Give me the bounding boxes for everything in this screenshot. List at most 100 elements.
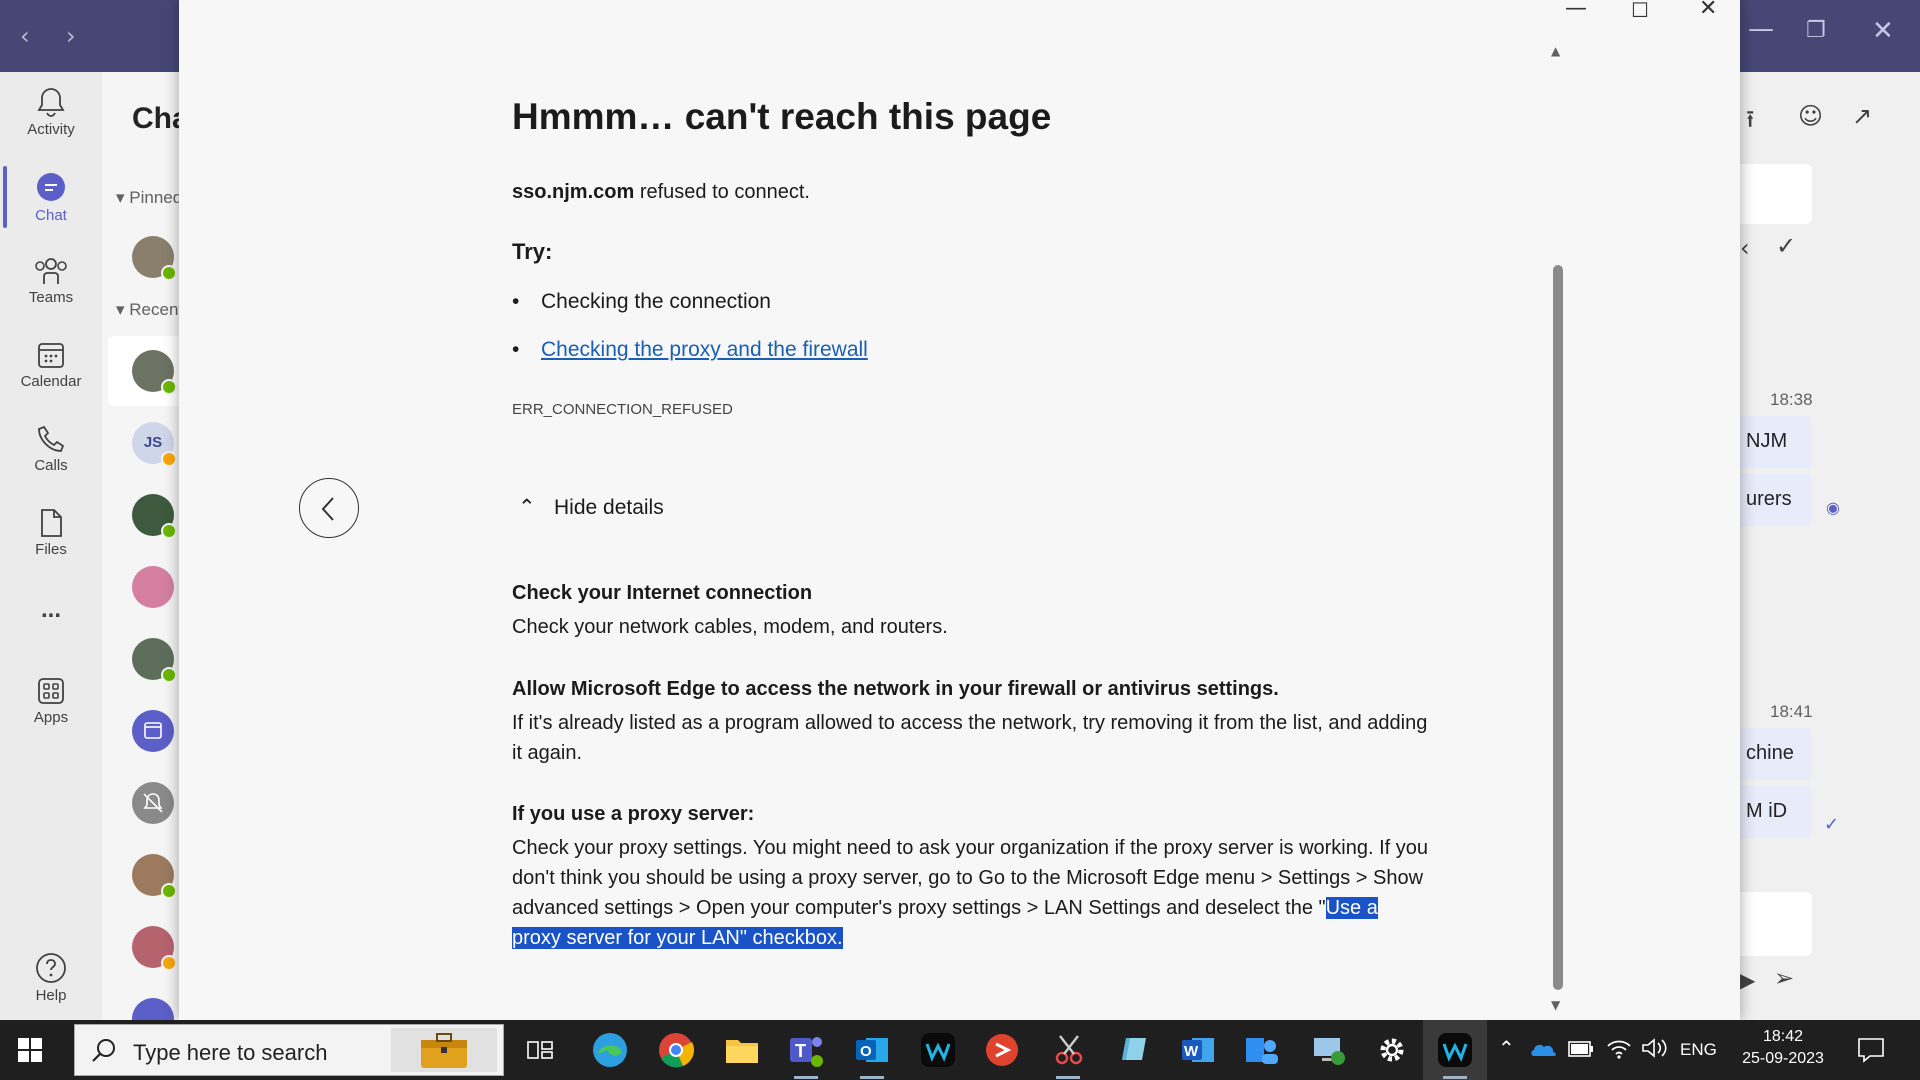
- rail-chat[interactable]: Chat: [0, 172, 102, 224]
- error-code: ERR_CONNECTION_REFUSED: [512, 401, 733, 418]
- rail-calls[interactable]: Calls: [0, 424, 102, 474]
- send-icon[interactable]: ➢: [1774, 964, 1794, 992]
- avatar[interactable]: [132, 494, 177, 539]
- more-apps-icon[interactable]: ...: [0, 596, 102, 624]
- chevron-left-icon: [321, 497, 334, 521]
- taskbar-search-box[interactable]: Type here to search: [74, 1024, 504, 1076]
- scroll-down-icon[interactable]: ▼: [1551, 998, 1560, 1012]
- compose-box[interactable]: [1740, 892, 1812, 956]
- message-bubble[interactable]: NJM: [1740, 416, 1812, 468]
- taskbar-edge[interactable]: [590, 1030, 630, 1070]
- svg-text:T: T: [795, 1041, 806, 1061]
- message-bubble[interactable]: urers: [1740, 474, 1812, 526]
- rail-calendar[interactable]: Calendar: [0, 340, 102, 390]
- taskbar-outlook[interactable]: O: [852, 1030, 892, 1079]
- taskbar-webex[interactable]: [918, 1030, 958, 1070]
- suggestion-text: Checking the connection: [541, 290, 771, 313]
- share-screen-icon[interactable]: ⭱: [1746, 102, 1754, 143]
- taskbar-remote-app[interactable]: [982, 1030, 1022, 1070]
- chevron-up-icon: ⌃: [518, 496, 536, 519]
- pop-out-icon[interactable]: ↗: [1852, 102, 1872, 130]
- recent-section-label[interactable]: ▾ Recent: [116, 300, 183, 320]
- taskbar-file-explorer[interactable]: [722, 1030, 762, 1070]
- chevron-up-icon[interactable]: ⌃: [1498, 1036, 1515, 1060]
- avatar-meeting[interactable]: [132, 710, 174, 752]
- webex-icon: [1438, 1033, 1472, 1067]
- taskbar-notepad[interactable]: [1114, 1030, 1154, 1070]
- taskbar-settings[interactable]: [1372, 1030, 1412, 1070]
- rail-files[interactable]: Files: [0, 508, 102, 558]
- bullet-icon: •: [512, 290, 520, 313]
- checkmark-icon[interactable]: ✓: [1776, 232, 1796, 260]
- task-view-icon: [527, 1041, 553, 1059]
- rail-files-label: Files: [35, 541, 67, 558]
- avatar[interactable]: [132, 638, 177, 683]
- search-highlight-tile[interactable]: [391, 1028, 497, 1072]
- message-bubble[interactable]: chine: [1740, 728, 1812, 780]
- minimize-icon[interactable]: —: [1565, 0, 1587, 21]
- suggestion-item: • Checking the proxy and the firewall: [512, 338, 868, 362]
- restore-icon[interactable]: ❐: [1806, 18, 1826, 43]
- battery-icon[interactable]: [1568, 1040, 1594, 1058]
- avatar-meeting[interactable]: [132, 998, 174, 1020]
- taskbar-teams[interactable]: T: [786, 1030, 826, 1079]
- start-button[interactable]: [18, 1038, 42, 1067]
- scrollbar[interactable]: ▲ ▼: [1549, 40, 1565, 1015]
- rail-calls-label: Calls: [34, 457, 68, 474]
- search-placeholder: Type here to search: [133, 1040, 328, 1065]
- avatar-muted[interactable]: [132, 782, 174, 824]
- hide-details-button[interactable]: ⌃ Hide details: [512, 495, 664, 520]
- taskbar-people-app[interactable]: [1242, 1030, 1282, 1070]
- rail-teams[interactable]: Teams: [0, 256, 102, 306]
- maximize-icon[interactable]: ☐: [1631, 0, 1649, 22]
- close-icon[interactable]: ✕: [1699, 0, 1717, 21]
- wifi-icon[interactable]: [1606, 1036, 1632, 1060]
- avatar-js[interactable]: JS: [132, 422, 177, 467]
- message-bubble[interactable]: M iD: [1740, 786, 1812, 838]
- avatar[interactable]: [132, 854, 177, 899]
- pinned-section-label[interactable]: ▾ Pinned: [116, 188, 182, 208]
- add-people-icon[interactable]: ☺: [1798, 102, 1823, 130]
- rail-activity[interactable]: Activity: [0, 86, 102, 138]
- teams-conversation-pane: ⭱ ☺ ↗ ‹ ✓ 18:38 NJM urers ◉ 18:41 chine …: [1740, 72, 1920, 1020]
- refused-message: sso.njm.com refused to connect.: [512, 181, 810, 204]
- try-heading: Try:: [512, 239, 553, 264]
- presence-available-icon: [161, 523, 177, 539]
- back-arrow-icon[interactable]: ‹: [20, 22, 30, 50]
- volume-icon[interactable]: [1640, 1036, 1668, 1060]
- gear-icon: [1380, 1038, 1404, 1062]
- minimize-icon[interactable]: —: [1748, 14, 1774, 44]
- avatar[interactable]: [132, 926, 177, 971]
- task-view-button[interactable]: [520, 1030, 560, 1070]
- rail-calendar-label: Calendar: [20, 373, 82, 390]
- avatar-group[interactable]: [132, 566, 174, 608]
- apps-icon: [38, 678, 64, 704]
- detail-body: If it's already listed as a program allo…: [512, 712, 1428, 764]
- calendar-icon: [144, 722, 162, 739]
- video-clip-icon[interactable]: ▶: [1740, 968, 1755, 992]
- bell-icon: [37, 88, 65, 117]
- rail-help[interactable]: Help: [0, 952, 102, 1004]
- onedrive-icon[interactable]: [1530, 1038, 1558, 1058]
- notifications-icon[interactable]: [1856, 1036, 1886, 1064]
- language-indicator[interactable]: ENG: [1680, 1040, 1717, 1060]
- taskbar-word[interactable]: W: [1178, 1030, 1218, 1070]
- taskbar-chrome[interactable]: [656, 1030, 696, 1070]
- phone-icon: [38, 425, 65, 452]
- taskbar-snipping-tool[interactable]: [1048, 1030, 1088, 1079]
- close-icon[interactable]: ✕: [1872, 16, 1894, 46]
- scrollbar-thumb[interactable]: [1553, 265, 1563, 990]
- proxy-firewall-link[interactable]: Checking the proxy and the firewall: [541, 338, 868, 361]
- scroll-up-icon[interactable]: ▲: [1551, 44, 1560, 58]
- avatar[interactable]: [132, 350, 177, 395]
- notepad-icon: [1122, 1038, 1146, 1060]
- back-button[interactable]: [299, 478, 359, 538]
- taskbar-remote-desktop[interactable]: [1308, 1030, 1348, 1070]
- forward-arrow-icon[interactable]: ›: [66, 22, 76, 50]
- rail-apps[interactable]: Apps: [0, 676, 102, 726]
- taskbar-webex-active[interactable]: [1435, 1030, 1475, 1079]
- taskbar-clock[interactable]: 18:42 25-09-2023: [1735, 1026, 1831, 1070]
- avatar[interactable]: [132, 236, 177, 281]
- chevron-left-icon[interactable]: ‹: [1740, 234, 1750, 262]
- svg-text:O: O: [860, 1043, 872, 1060]
